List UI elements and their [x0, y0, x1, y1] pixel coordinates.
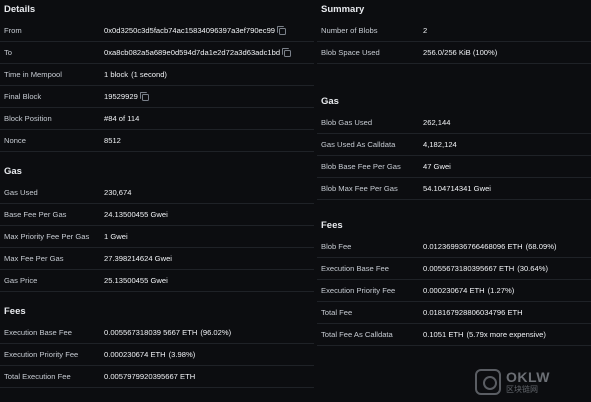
total-fee-label: Total Fee: [321, 308, 353, 317]
blob-space-used-value: 256.0/256 KiB (100%): [423, 48, 498, 57]
detail-row-to: To 0xa8cb082a5a689e0d594d7da1e2d72a3d63a…: [0, 42, 314, 64]
blob-base-fee-label: Blob Base Fee Per Gas: [321, 162, 401, 171]
details-heading: Details: [4, 4, 36, 15]
transaction-detail-view: Details From 0x0d3250c3d5facb74ac1583409…: [0, 0, 591, 402]
gas-row: Gas Price 25.13500455 Gwei: [0, 270, 314, 292]
blob-gas-heading: Gas: [321, 96, 339, 107]
mempool-extra: (1 second): [131, 70, 167, 79]
execution-base-fee-value: 0.0055673180395667 ETH: [423, 264, 515, 273]
blob-space-used-label: Blob Space Used: [321, 48, 380, 57]
to-label: To: [4, 48, 13, 57]
fee-row: Execution Priority Fee 0.000230674 ETH (…: [0, 344, 314, 366]
blob-gas-used-label: Blob Gas Used: [321, 118, 373, 127]
from-address[interactable]: 0x0d3250c3d5facb74ac15834096397a3ef790ec…: [104, 26, 275, 35]
blob-fee-percent: (68.09%): [525, 242, 557, 251]
fees-heading: Fees: [4, 306, 26, 317]
left-column: Details From 0x0d3250c3d5facb74ac1583409…: [0, 0, 314, 402]
total-fee-calldata-value: 0.1051 ETH: [423, 330, 464, 339]
execution-priority-fee-label: Execution Priority Fee: [4, 350, 79, 359]
summary-row: Number of Blobs 2: [317, 20, 591, 42]
watermark-badge-icon: [475, 369, 501, 395]
blob-fee-row: Execution Base Fee 0.0055673180395667 ET…: [317, 258, 591, 280]
execution-priority-fee-percent: (1.27%): [487, 286, 515, 295]
blob-fee-label: Blob Fee: [321, 242, 352, 251]
to-address[interactable]: 0xa8cb082a5a689e0d594d7da1e2d72a3d63adc1…: [104, 48, 280, 57]
blob-fee-row: Blob Fee 0.012369936766468096 ETH (68.09…: [317, 236, 591, 258]
blob-fee-value: 0.012369936766468096 ETH: [423, 242, 523, 251]
blob-max-fee-value: 54.104714341 Gwei: [423, 184, 491, 193]
detail-row-mempool: Time in Mempool 1 block (1 second): [0, 64, 314, 86]
number-of-blobs-label: Number of Blobs: [321, 26, 378, 35]
gas-row: Base Fee Per Gas 24.13500455 Gwei: [0, 204, 314, 226]
from-label: From: [4, 26, 22, 35]
execution-base-fee-percent: (30.64%): [517, 264, 549, 273]
watermark-logo: OKLW 区块链网: [475, 366, 585, 398]
watermark-subtext: 区块链网: [506, 385, 538, 394]
gas-used-label: Gas Used: [4, 188, 38, 197]
mempool-label: Time in Mempool: [4, 70, 62, 79]
block-position-value: #84 of 114: [104, 114, 140, 123]
gas-row: Gas Used 230,674: [0, 182, 314, 204]
copy-icon[interactable]: [282, 48, 292, 57]
blob-gas-row: Blob Gas Used 262,144: [317, 112, 591, 134]
total-fee-calldata-label: Total Fee As Calldata: [321, 330, 393, 339]
gas-price-value: 25.13500455 Gwei: [104, 276, 168, 285]
gas-row: Max Priority Fee Per Gas 1 Gwei: [0, 226, 314, 248]
watermark-text: OKLW: [506, 369, 550, 385]
gas-row: Max Fee Per Gas 27.398214624 Gwei: [0, 248, 314, 270]
base-fee-value: 24.13500455 Gwei: [104, 210, 168, 219]
fee-row: Total Execution Fee 0.0057979920395667 E…: [0, 366, 314, 388]
blob-fee-row: Total Fee As Calldata 0.1051 ETH (5.79x …: [317, 324, 591, 346]
final-block-value[interactable]: 19529929: [104, 92, 138, 101]
execution-base-fee-label: Execution Base Fee: [4, 328, 72, 337]
right-column: Summary Number of Blobs 2 Blob Space Use…: [317, 0, 591, 402]
final-block-label: Final Block: [4, 92, 42, 101]
blob-gas-used-value: 262,144: [423, 118, 451, 127]
gas-used-value: 230,674: [104, 188, 132, 197]
detail-row-final-block: Final Block 19529929: [0, 86, 314, 108]
blob-gas-row: Blob Base Fee Per Gas 47 Gwei: [317, 156, 591, 178]
total-fee-calldata-note: (5.79x more expensive): [466, 330, 546, 339]
blob-max-fee-label: Blob Max Fee Per Gas: [321, 184, 398, 193]
execution-base-fee-value: 0.005567318039 5667 ETH: [104, 328, 198, 337]
blob-fee-row: Total Fee 0.018167928806034796 ETH: [317, 302, 591, 324]
execution-priority-fee-label: Execution Priority Fee: [321, 286, 396, 295]
blob-fees-heading: Fees: [321, 220, 343, 231]
max-priority-fee-value: 1 Gwei: [104, 232, 128, 241]
mempool-value: 1 block: [104, 70, 129, 79]
gas-heading: Gas: [4, 166, 22, 177]
nonce-label: Nonce: [4, 136, 26, 145]
copy-icon[interactable]: [139, 92, 149, 101]
execution-priority-fee-value: 0.000230674 ETH: [423, 286, 485, 295]
execution-base-fee-percent: (96.02%): [200, 328, 232, 337]
detail-row-block-position: Block Position #84 of 114: [0, 108, 314, 130]
copy-icon[interactable]: [277, 26, 287, 35]
gas-price-label: Gas Price: [4, 276, 38, 285]
max-fee-label: Max Fee Per Gas: [4, 254, 64, 263]
gas-used-as-calldata-value: 4,182,124: [423, 140, 457, 149]
gas-used-as-calldata-label: Gas Used As Calldata: [321, 140, 396, 149]
number-of-blobs-value: 2: [423, 26, 428, 35]
total-fee-value: 0.018167928806034796 ETH: [423, 308, 523, 317]
execution-priority-fee-percent: (3.98%): [168, 350, 196, 359]
summary-heading: Summary: [321, 4, 365, 15]
block-position-label: Block Position: [4, 114, 52, 123]
nonce-value: 8512: [104, 136, 121, 145]
fee-row: Execution Base Fee 0.005567318039 5667 E…: [0, 322, 314, 344]
blob-base-fee-value: 47 Gwei: [423, 162, 451, 171]
execution-base-fee-label: Execution Base Fee: [321, 264, 389, 273]
max-priority-fee-label: Max Priority Fee Per Gas: [4, 232, 90, 241]
blob-gas-row: Gas Used As Calldata 4,182,124: [317, 134, 591, 156]
detail-row-nonce: Nonce 8512: [0, 130, 314, 152]
total-execution-fee-value: 0.0057979920395667 ETH: [104, 372, 196, 381]
max-fee-value: 27.398214624 Gwei: [104, 254, 172, 263]
blob-gas-row: Blob Max Fee Per Gas 54.104714341 Gwei: [317, 178, 591, 200]
execution-priority-fee-value: 0.000230674 ETH: [104, 350, 166, 359]
summary-row: Blob Space Used 256.0/256 KiB (100%): [317, 42, 591, 64]
detail-row-from: From 0x0d3250c3d5facb74ac15834096397a3ef…: [0, 20, 314, 42]
base-fee-label: Base Fee Per Gas: [4, 210, 67, 219]
total-execution-fee-label: Total Execution Fee: [4, 372, 71, 381]
blob-fee-row: Execution Priority Fee 0.000230674 ETH (…: [317, 280, 591, 302]
